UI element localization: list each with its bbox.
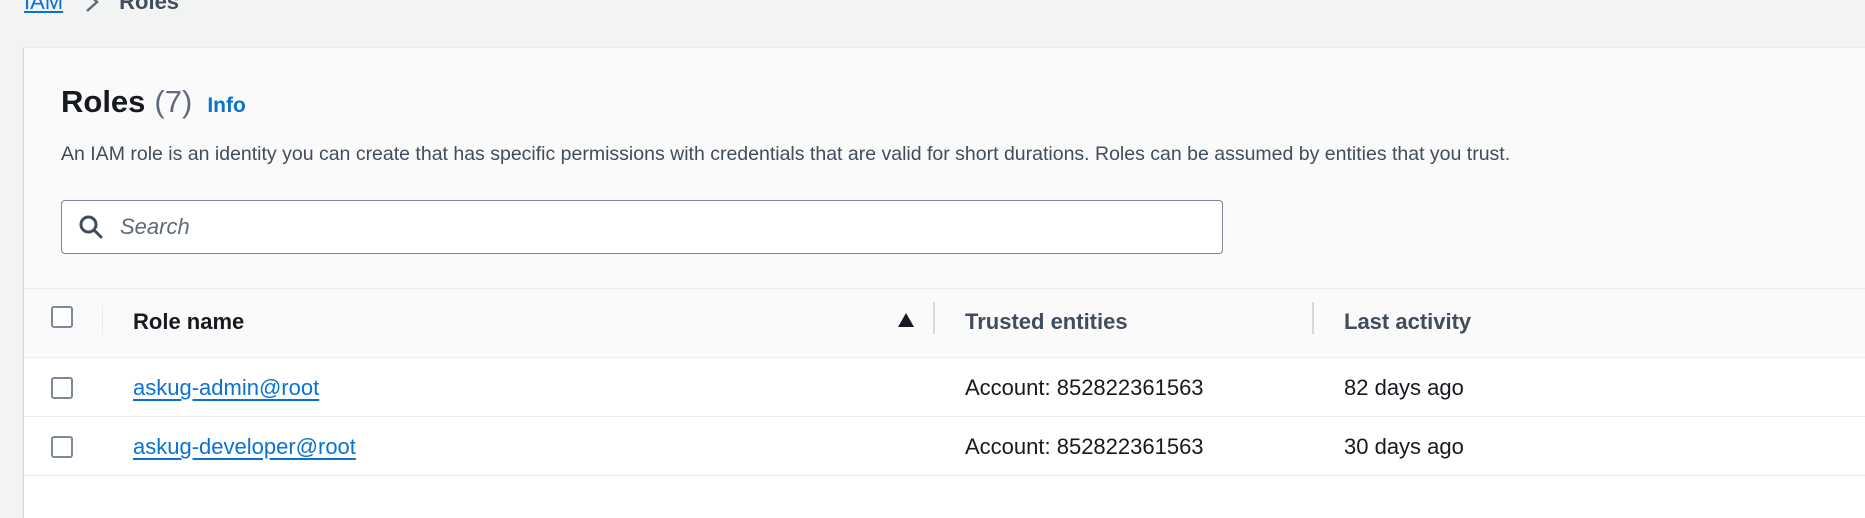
sort-ascending-icon[interactable]: [896, 311, 916, 329]
breadcrumb-link-iam[interactable]: IAM: [24, 0, 63, 15]
info-link[interactable]: Info: [207, 94, 245, 118]
last-activity-cell: 30 days ago: [1344, 434, 1464, 459]
search-icon: [76, 212, 106, 242]
column-header-role-name[interactable]: Role name: [133, 309, 244, 335]
column-divider: [102, 305, 103, 335]
row-checkbox[interactable]: [51, 377, 73, 399]
roles-count: (7): [154, 84, 193, 119]
search-input[interactable]: [118, 213, 1202, 241]
table-header: Role name Trusted entities Last activity: [24, 289, 1865, 358]
select-all-checkbox[interactable]: [51, 306, 73, 328]
panel-header: Roles (7) Info An IAM role is an identit…: [24, 48, 1865, 289]
table-row: askug-admin@root Account: 852822361563 8…: [24, 358, 1865, 417]
roles-panel: Roles (7) Info An IAM role is an identit…: [23, 47, 1865, 518]
role-name-link[interactable]: askug-developer@root: [133, 434, 356, 460]
row-checkbox[interactable]: [51, 436, 73, 458]
last-activity-cell: 82 days ago: [1344, 375, 1464, 400]
column-header-trusted-entities[interactable]: Trusted entities: [965, 309, 1128, 335]
page-title: Roles: [61, 84, 146, 119]
search-box[interactable]: [61, 200, 1223, 254]
title-row: Roles (7) Info: [61, 84, 246, 120]
role-name-link[interactable]: askug-admin@root: [133, 375, 319, 401]
trusted-entities-cell: Account: 852822361563: [965, 375, 1204, 400]
column-header-last-activity[interactable]: Last activity: [1344, 309, 1471, 335]
page-description: An IAM role is an identity you can creat…: [61, 143, 1511, 165]
breadcrumb-current: Roles: [119, 0, 180, 14]
column-resizer[interactable]: [933, 302, 935, 334]
column-resizer[interactable]: [1312, 302, 1314, 334]
breadcrumb: IAM Roles: [24, 0, 179, 14]
trusted-entities-cell: Account: 852822361563: [965, 434, 1204, 459]
chevron-right-icon: [85, 0, 99, 13]
table-row: askug-developer@root Account: 8528223615…: [24, 417, 1865, 476]
